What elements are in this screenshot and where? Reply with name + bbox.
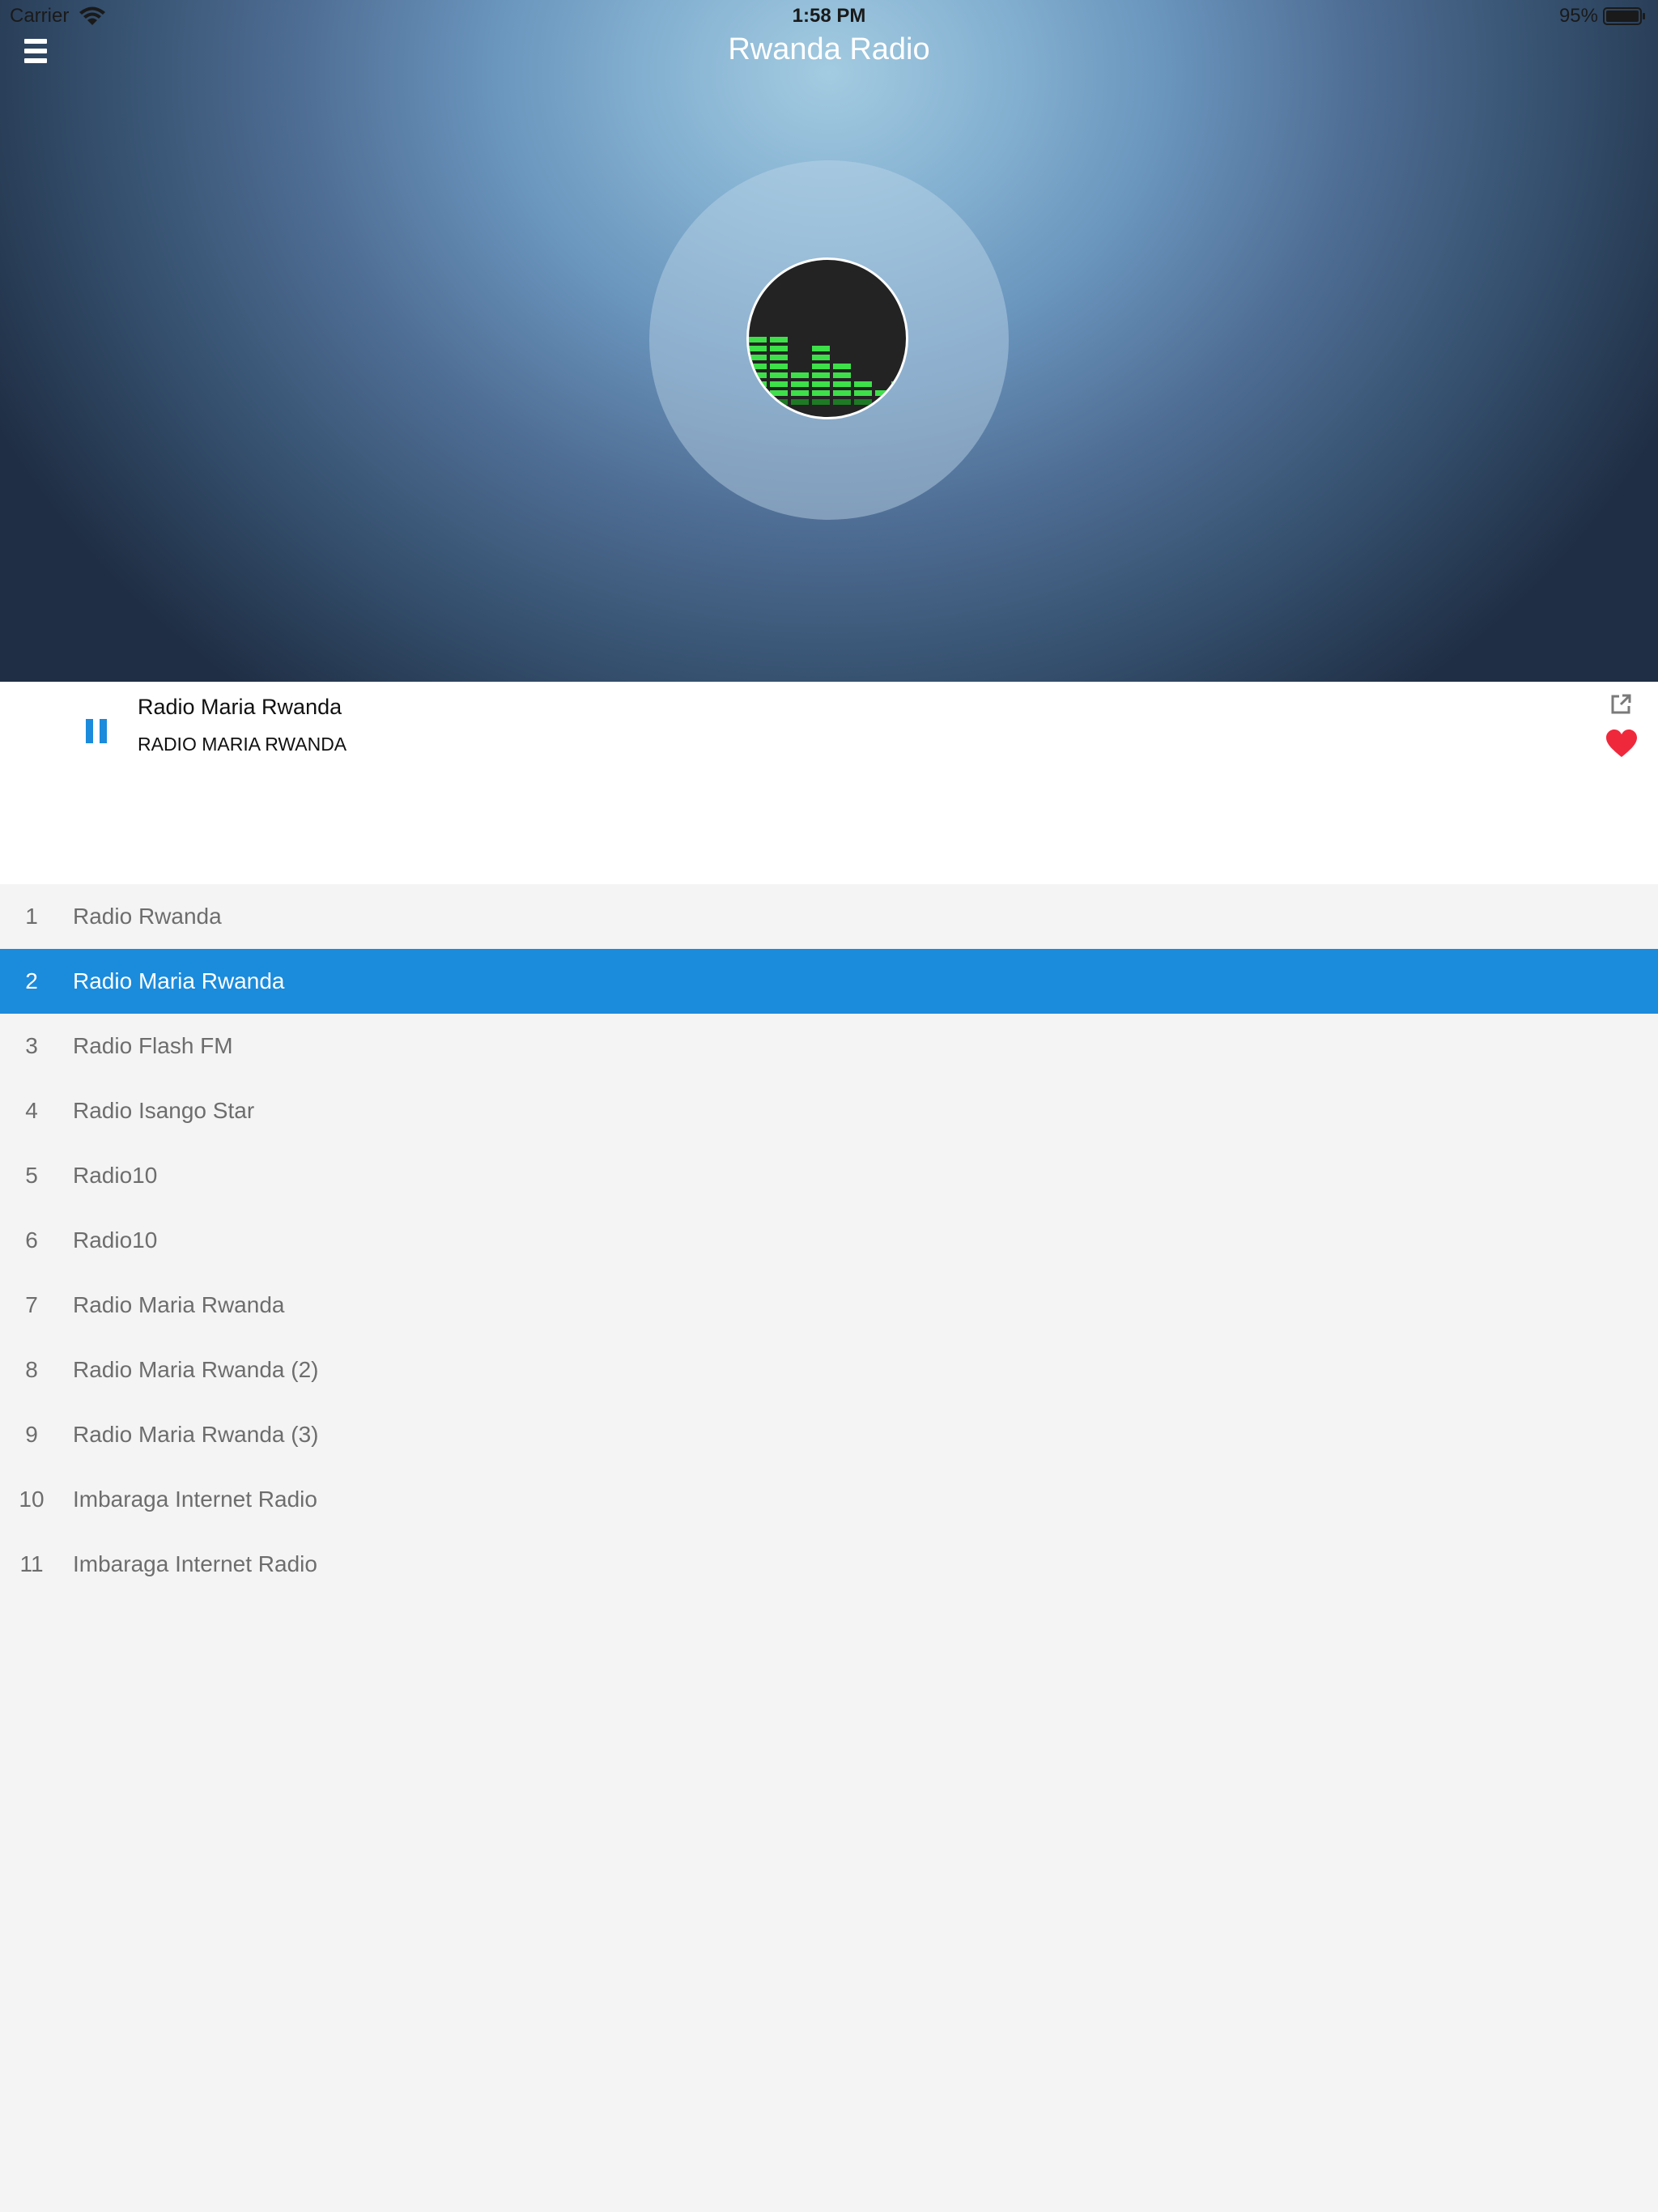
station-row[interactable]: 10 Imbaraga Internet Radio [0,1467,1658,1532]
share-icon[interactable] [1609,693,1632,716]
station-number: 2 [25,968,38,993]
station-row[interactable]: 4 Radio Isango Star [0,1078,1658,1143]
pause-icon [86,719,93,743]
hero-background: Carrier 1:58 PM 95% Rwanda Radio [0,0,1658,682]
station-row[interactable]: 6 Radio10 [0,1208,1658,1273]
station-number: 5 [25,1163,38,1188]
battery-icon [1603,7,1645,25]
station-number: 3 [25,1033,38,1058]
station-name: Radio Maria Rwanda [73,968,285,993]
station-name: Radio Maria Rwanda [73,1292,285,1317]
station-number: 7 [25,1292,38,1317]
station-number: 10 [19,1487,45,1512]
station-number: 8 [25,1357,38,1382]
station-row[interactable]: 7 Radio Maria Rwanda [0,1273,1658,1338]
clock: 1:58 PM [792,5,866,27]
station-number: 4 [25,1098,38,1123]
favorite-heart-icon[interactable] [1605,729,1638,758]
station-row[interactable]: 11 Imbaraga Internet Radio [0,1532,1658,1597]
pause-button[interactable] [86,719,107,743]
station-number: 1 [25,904,38,929]
station-row-selected[interactable]: 2 Radio Maria Rwanda [0,949,1658,1014]
station-number: 9 [25,1422,38,1447]
station-name: Radio10 [73,1227,158,1253]
equalizer-icon [749,337,906,405]
station-name: Imbaraga Internet Radio [73,1487,317,1512]
station-name: Radio Isango Star [73,1098,255,1123]
station-list: 1 Radio Rwanda 2 Radio Maria Rwanda 3 Ra… [0,884,1658,1597]
station-row[interactable]: 5 Radio10 [0,1143,1658,1208]
station-row[interactable]: 9 Radio Maria Rwanda (3) [0,1402,1658,1467]
station-row[interactable]: 3 Radio Flash FM [0,1014,1658,1078]
status-bar: Carrier 1:58 PM 95% [0,0,1658,32]
battery-percentage: 95% [1558,5,1598,27]
now-playing-title: Radio Maria Rwanda [138,695,342,719]
now-playing-subtitle: RADIO MARIA RWANDA [138,734,347,755]
station-name: Radio Maria Rwanda (2) [73,1357,319,1382]
station-name: Imbaraga Internet Radio [73,1551,317,1576]
station-number: 6 [25,1227,38,1253]
station-name: Radio Flash FM [73,1033,233,1058]
station-name: Radio10 [73,1163,158,1188]
page-title: Rwanda Radio [728,32,930,66]
station-name: Radio Rwanda [73,904,222,929]
station-row[interactable]: 8 Radio Maria Rwanda (2) [0,1338,1658,1402]
station-artwork [746,257,908,419]
station-row[interactable]: 1 Radio Rwanda [0,884,1658,949]
station-name: Radio Maria Rwanda (3) [73,1422,319,1447]
station-number: 11 [19,1551,44,1576]
